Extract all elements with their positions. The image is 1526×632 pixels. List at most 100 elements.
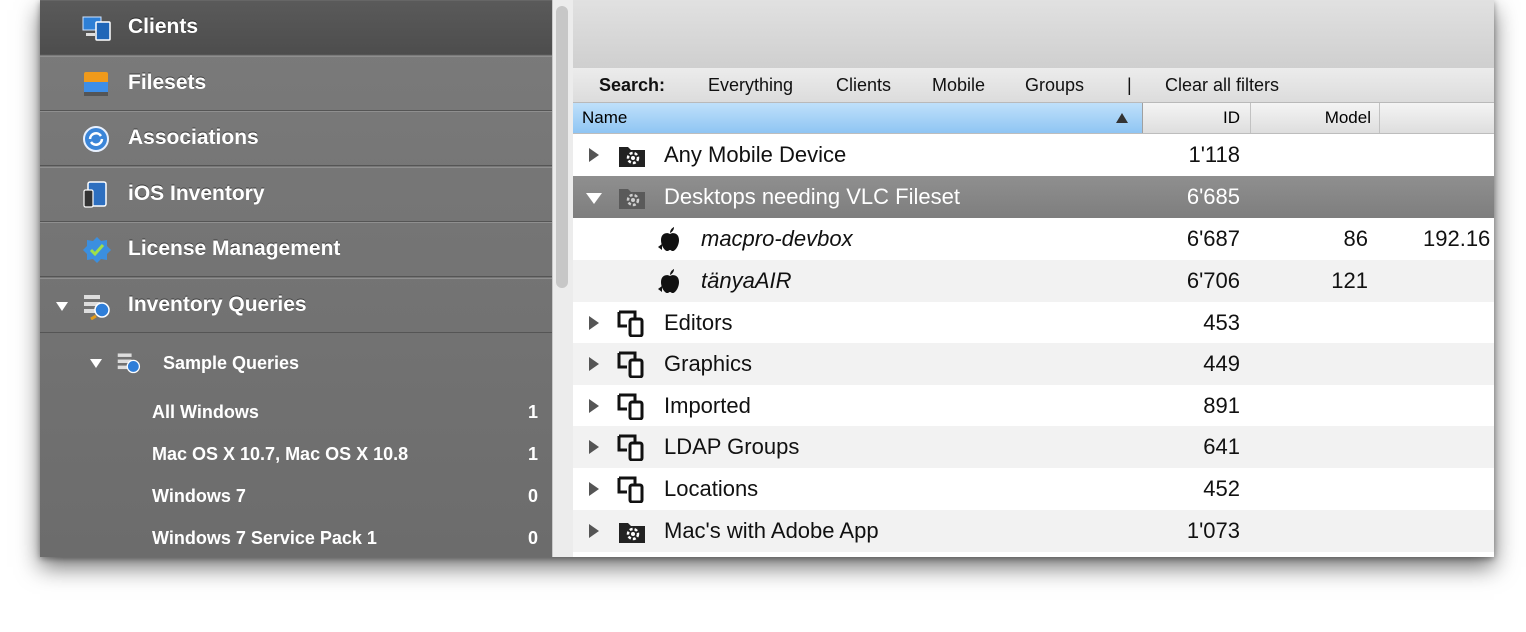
device-group-icon <box>617 351 644 378</box>
associations-icon <box>83 126 109 152</box>
device-group-icon <box>617 310 644 337</box>
device-group-icon <box>617 393 644 420</box>
query-item[interactable]: Windows 7 Service Pack 1 0 <box>40 517 552 557</box>
column-header-label: Model <box>1324 108 1371 127</box>
search-filter-bar: Search: Everything Clients Mobile Groups… <box>573 68 1494 103</box>
filter-clients[interactable]: Clients <box>836 75 891 96</box>
row-name: LDAP Groups <box>664 434 800 459</box>
disclosure-collapsed-icon[interactable] <box>589 440 599 454</box>
filter-groups[interactable]: Groups <box>1025 75 1084 96</box>
disclosure-collapsed-icon[interactable] <box>589 316 599 330</box>
apple-client-icon <box>658 269 679 293</box>
disclosure-collapsed-icon[interactable] <box>589 524 599 538</box>
row-id: 6'687 <box>1186 226 1240 251</box>
query-label: Windows 7 Service Pack 1 <box>152 528 377 548</box>
clients-icon <box>82 16 111 41</box>
column-header-id[interactable]: ID <box>1143 103 1251 133</box>
app-window: Clients Filesets Associations iOS Invent… <box>40 0 1494 557</box>
smart-group-icon <box>619 189 645 209</box>
column-header-name[interactable]: Name <box>573 103 1143 133</box>
disclosure-collapsed-icon[interactable] <box>589 482 599 496</box>
disclosure-expanded-icon[interactable] <box>586 193 602 204</box>
license-management-icon <box>83 237 111 263</box>
smart-group-icon <box>619 523 645 543</box>
sidebar-item-associations[interactable]: Associations <box>40 111 552 166</box>
sidebar-item-clients[interactable]: Clients <box>40 0 552 55</box>
row-id: 453 <box>1203 310 1240 335</box>
clear-all-filters-link[interactable]: Clear all filters <box>1165 75 1279 96</box>
toolbar <box>573 0 1494 69</box>
disclosure-expanded-icon[interactable] <box>90 359 102 368</box>
smart-group-icon <box>619 147 645 167</box>
query-count: 1 <box>527 402 538 422</box>
main-panel: Search: Everything Clients Mobile Groups… <box>573 0 1494 557</box>
row-name: tänyaAIR <box>701 268 792 293</box>
disclosure-expanded-icon[interactable] <box>56 302 68 311</box>
table-row[interactable]: Editors 453 <box>573 302 1494 344</box>
sidebar: Clients Filesets Associations iOS Invent… <box>40 0 552 557</box>
row-name: Graphics <box>664 351 753 376</box>
table-row[interactable]: tänyaAIR 6'706 121 <box>573 260 1494 302</box>
query-count: 1 <box>527 444 538 464</box>
table-row[interactable]: Imported 891 <box>573 385 1494 427</box>
query-count: 0 <box>527 486 538 506</box>
disclosure-collapsed-icon[interactable] <box>589 148 599 162</box>
filter-mobile[interactable]: Mobile <box>932 75 985 96</box>
table-row[interactable]: Graphics 449 <box>573 343 1494 385</box>
sidebar-item-license-management[interactable]: License Management <box>40 222 552 277</box>
table-row[interactable]: Mac's with Adobe App 1'073 <box>573 510 1494 552</box>
sidebar-item-label: Sample Queries <box>163 353 300 373</box>
disclosure-collapsed-icon[interactable] <box>589 399 599 413</box>
table-row[interactable]: LDAP Groups 641 <box>573 426 1494 468</box>
table-row[interactable]: Desktops needing VLC Fileset 6'685 <box>573 176 1494 218</box>
sidebar-item-label: Associations <box>128 126 259 149</box>
sidebar-item-label: Inventory Queries <box>128 293 307 316</box>
row-id: 891 <box>1203 393 1240 418</box>
query-count: 0 <box>527 528 538 548</box>
inventory-queries-icon <box>84 295 110 320</box>
table-row[interactable]: Locations 452 <box>573 468 1494 510</box>
row-id: 1'073 <box>1186 518 1240 543</box>
column-header-label: Name <box>582 108 628 127</box>
row-id: 641 <box>1203 434 1240 459</box>
query-item[interactable]: Mac OS X 10.7, Mac OS X 10.8 1 <box>40 433 552 475</box>
ios-inventory-icon <box>83 181 107 208</box>
row-name: Desktops needing VLC Fileset <box>664 184 960 209</box>
sidebar-item-filesets[interactable]: Filesets <box>40 56 552 111</box>
search-label: Search: <box>599 75 666 95</box>
column-header-model[interactable]: Model <box>1251 103 1380 133</box>
query-label: Windows 7 <box>152 486 246 506</box>
sidebar-item-label: License Management <box>128 237 341 260</box>
row-model: 86 <box>1343 226 1368 251</box>
row-name: macpro-devbox <box>701 226 853 251</box>
filesets-icon <box>84 72 108 96</box>
query-label: All Windows <box>152 402 259 422</box>
table-row[interactable]: macpro-devbox 6'687 86 192.16 <box>573 218 1494 260</box>
filter-separator: | <box>1127 75 1132 95</box>
sort-ascending-icon <box>1116 113 1128 123</box>
query-item[interactable]: All Windows 1 <box>40 391 552 433</box>
device-group-icon <box>617 476 644 503</box>
row-extra: 192.16 <box>1423 226 1491 251</box>
row-id: 449 <box>1203 351 1240 376</box>
sidebar-item-ios-inventory[interactable]: iOS Inventory <box>40 167 552 222</box>
query-item[interactable]: Windows 7 0 <box>40 475 552 517</box>
sidebar-scrollbar-thumb[interactable] <box>556 6 568 288</box>
row-model: 121 <box>1331 268 1368 293</box>
table-header: Name ID Model <box>573 103 1494 134</box>
column-header-label: ID <box>1223 108 1240 127</box>
row-id: 452 <box>1203 476 1240 501</box>
row-name: Editors <box>664 310 733 335</box>
disclosure-collapsed-icon[interactable] <box>589 357 599 371</box>
row-name: Imported <box>664 393 751 418</box>
sidebar-item-label: Filesets <box>128 71 207 94</box>
apple-client-icon <box>658 227 679 251</box>
sidebar-item-sample-queries[interactable]: Sample Queries <box>40 336 552 392</box>
row-id: 6'706 <box>1186 268 1240 293</box>
row-name: Any Mobile Device <box>664 142 847 167</box>
filter-everything[interactable]: Everything <box>708 75 793 96</box>
row-id: 6'685 <box>1186 184 1240 209</box>
sidebar-item-label: iOS Inventory <box>128 182 265 205</box>
sidebar-item-inventory-queries[interactable]: Inventory Queries <box>40 278 552 333</box>
table-row[interactable]: Any Mobile Device 1'118 <box>573 134 1494 176</box>
